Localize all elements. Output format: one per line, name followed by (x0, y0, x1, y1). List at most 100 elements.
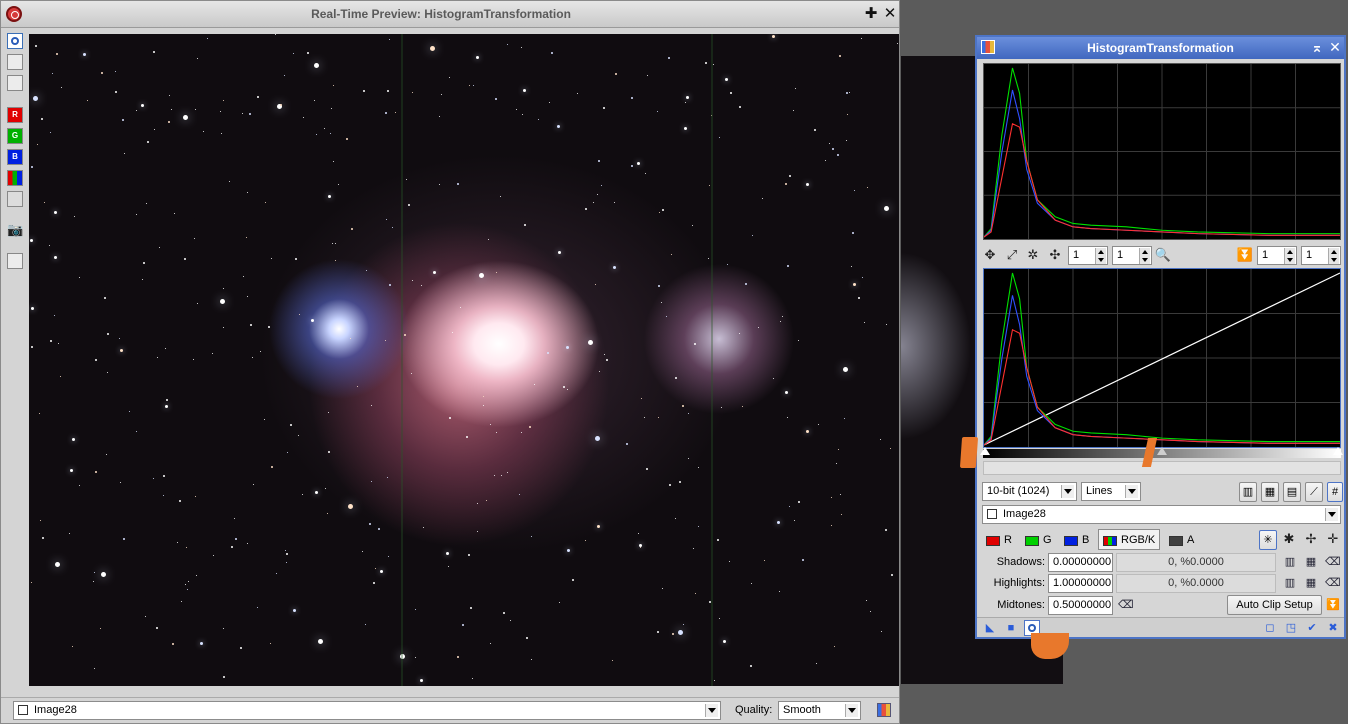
close-icon[interactable]: ✕ (882, 6, 898, 22)
apply-global-icon[interactable]: ■ (1004, 621, 1018, 635)
highlights-auto-icon[interactable]: ▦ (1304, 576, 1318, 590)
zoom-v2-spinbox[interactable]: 1 (1301, 246, 1341, 265)
spin-down-icon[interactable] (1139, 256, 1150, 264)
star (834, 646, 835, 647)
show-output-histogram-icon[interactable]: ▦ (1261, 482, 1279, 502)
shadows-histogram-icon[interactable]: ▥ (1283, 555, 1297, 569)
star (249, 113, 251, 115)
spin-up-icon[interactable] (1095, 248, 1106, 256)
view-selector[interactable]: Image28 (982, 505, 1341, 524)
image-selector[interactable]: Image28 (13, 701, 721, 720)
spin-up-icon[interactable] (1139, 248, 1150, 256)
shadows-slider-handle[interactable] (980, 447, 990, 455)
spin-down-icon[interactable] (1328, 256, 1339, 264)
auto-clip-highlights-icon[interactable]: ✛ (1324, 530, 1342, 548)
star (601, 185, 602, 186)
shade-icon[interactable]: ⌅ (1309, 39, 1325, 55)
zoom-icon[interactable]: 🔍 (1154, 246, 1172, 264)
star (171, 109, 172, 110)
cancel-icon[interactable]: ✖ (1326, 621, 1340, 635)
move-icon[interactable]: ✣ (1046, 246, 1064, 264)
channel-rgbk[interactable]: RGB/K (1098, 529, 1160, 550)
pan-icon[interactable]: ✥ (981, 246, 999, 264)
shadows-input[interactable]: 0.00000000 (1048, 553, 1113, 572)
resolution-select[interactable]: 10-bit (1024) (982, 482, 1077, 501)
highlights-reset-icon[interactable]: ⌫ (1325, 576, 1341, 590)
spin-down-icon[interactable] (1284, 256, 1295, 264)
show-grid-icon[interactable]: # (1327, 482, 1343, 502)
highlights-slider-handle[interactable] (1333, 447, 1343, 455)
graph-style-select[interactable]: Lines (1081, 482, 1141, 501)
star (420, 679, 423, 682)
star (637, 162, 640, 165)
zoom-h2-spinbox[interactable]: 1 (1257, 246, 1297, 265)
split-view-icon[interactable] (7, 54, 23, 70)
auto-zero-highlights-icon[interactable]: ✱ (1280, 530, 1298, 548)
star (348, 504, 353, 509)
star (853, 283, 856, 286)
star (200, 642, 203, 645)
zoom-fit-icon[interactable]: ⤢ (1003, 246, 1021, 264)
apply-icon[interactable]: ✔ (1305, 621, 1319, 635)
channel-alpha-button[interactable] (7, 191, 23, 207)
zoom-v-spinbox[interactable]: 1 (1112, 246, 1152, 265)
output-histogram[interactable] (983, 268, 1341, 448)
star (613, 266, 616, 269)
close-icon[interactable]: ✕ (1327, 39, 1343, 55)
compare-icon[interactable] (7, 75, 23, 91)
new-instance-icon[interactable]: ◣ (983, 621, 997, 635)
star (307, 52, 309, 54)
midtones-input[interactable]: 0.50000000 (1048, 596, 1113, 615)
channel-b-button[interactable]: B (7, 149, 23, 165)
zoom-range-icon[interactable]: ✲ (1024, 246, 1042, 264)
star (330, 133, 331, 134)
reset-icon[interactable]: ◻ (1263, 621, 1277, 635)
collapse-icon[interactable]: ⏬ (1236, 246, 1254, 264)
zoom-h-spinbox[interactable]: 1 (1068, 246, 1108, 265)
auto-clip-setup-button[interactable]: Auto Clip Setup (1227, 595, 1322, 615)
star (388, 556, 389, 557)
channel-g-button[interactable]: G (7, 128, 23, 144)
g-swatch (1025, 536, 1039, 546)
output-range-bar[interactable] (983, 461, 1341, 475)
expand-icon[interactable]: ⏬ (1326, 598, 1340, 612)
spin-down-icon[interactable] (1095, 256, 1106, 264)
show-clipped-icon[interactable]: ▤ (1283, 482, 1301, 502)
star (375, 568, 376, 569)
spin-up-icon[interactable] (1284, 248, 1295, 256)
star (362, 551, 363, 552)
auto-zero-shadows-icon[interactable]: ✳ (1259, 530, 1277, 550)
quality-select[interactable]: Smooth (778, 701, 861, 720)
star (147, 141, 149, 143)
channel-g[interactable]: G (1025, 534, 1065, 550)
star (745, 283, 747, 285)
browse-docs-icon[interactable]: ◳ (1284, 621, 1298, 635)
highlights-input[interactable]: 1.00000000 (1048, 574, 1113, 593)
new-window-icon[interactable] (7, 253, 23, 269)
star (197, 58, 198, 59)
star (331, 108, 332, 109)
channel-a[interactable]: A (1169, 534, 1209, 550)
preview-mode-icon[interactable] (7, 33, 23, 49)
maximize-icon[interactable]: ✚ (863, 6, 879, 22)
spin-up-icon[interactable] (1328, 248, 1339, 256)
highlights-histogram-icon[interactable]: ▥ (1283, 576, 1297, 590)
midtones-reset-icon[interactable]: ⌫ (1118, 598, 1134, 612)
shadows-auto-icon[interactable]: ▦ (1304, 555, 1318, 569)
show-input-histogram-icon[interactable]: ▥ (1239, 482, 1257, 502)
channel-r-button[interactable]: R (7, 107, 23, 123)
channel-rgb-button[interactable] (7, 170, 23, 186)
star (314, 63, 319, 68)
camera-icon[interactable]: 📷 (7, 223, 23, 239)
shadows-reset-icon[interactable]: ⌫ (1325, 555, 1341, 569)
star (61, 87, 62, 88)
star (866, 600, 867, 601)
histogram-process-icon[interactable] (877, 703, 891, 717)
preview-image[interactable] (29, 34, 899, 686)
show-curve-icon[interactable]: ⟋ (1305, 482, 1323, 502)
midtones-slider-handle[interactable] (1157, 447, 1167, 455)
star (203, 131, 204, 132)
auto-clip-shadows-icon[interactable]: ✢ (1302, 530, 1320, 548)
channel-r[interactable]: R (986, 534, 1026, 550)
input-histogram[interactable] (983, 63, 1341, 240)
